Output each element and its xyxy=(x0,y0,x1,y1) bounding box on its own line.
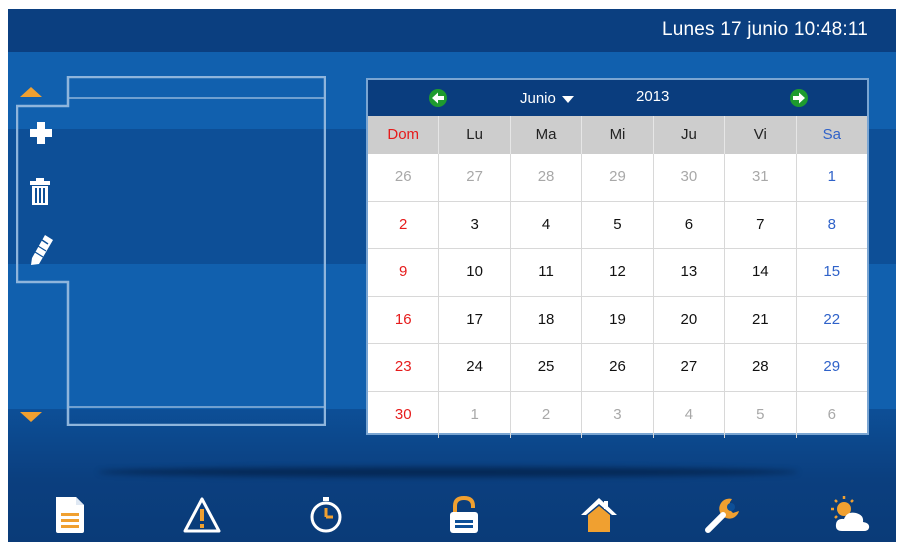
calendar-day-cell[interactable]: 15 xyxy=(797,249,867,296)
calendar-day-cell[interactable]: 21 xyxy=(725,296,797,343)
add-button[interactable] xyxy=(29,121,57,151)
add-icon xyxy=(30,122,52,144)
calendar-day-cell[interactable]: 31 xyxy=(725,154,797,201)
calendar-day-cell[interactable]: 3 xyxy=(582,391,654,438)
month-label: Junio xyxy=(520,90,556,107)
unlock-icon xyxy=(450,495,478,533)
calendar-day-cell[interactable]: 18 xyxy=(511,296,583,343)
trash-icon xyxy=(30,178,50,205)
calendar-day-cell[interactable]: 3 xyxy=(439,201,511,248)
calendar-day-cell[interactable]: 16 xyxy=(368,296,440,343)
calendar-week-row: 30 1 2 3 4 5 6 xyxy=(368,390,867,439)
nav-home-button[interactable] xyxy=(579,495,619,535)
warning-icon xyxy=(183,497,221,533)
calendar-week-row: 26 27 28 29 30 31 1 xyxy=(368,154,867,201)
calendar-widget: Junio 2013 Dom Lu Ma Mi Ju Vi Sa 26 27 28 2… xyxy=(366,78,869,438)
nav-alerts-button[interactable] xyxy=(182,495,222,535)
calendar-header: Junio 2013 xyxy=(368,80,867,116)
notes-panel xyxy=(16,76,326,426)
calendar-day-cell[interactable]: 27 xyxy=(439,154,511,201)
calendar-day-cell[interactable]: 7 xyxy=(725,201,797,248)
arrow-left-icon xyxy=(432,92,444,104)
calendar-day-cell[interactable]: 1 xyxy=(439,391,511,438)
calendar-grid: 26 27 28 29 30 31 1 2 3 4 5 6 7 8 9 10 11 12 13 14 15 16 17 18 1… xyxy=(368,154,867,438)
calendar-day-cell[interactable]: 30 xyxy=(368,391,440,438)
calendar-day-cell[interactable]: 9 xyxy=(368,249,440,296)
calendar-day-cell[interactable]: 29 xyxy=(797,344,867,391)
calendar-day-cell[interactable]: 4 xyxy=(511,201,583,248)
calendar-day-cell[interactable]: 17 xyxy=(439,296,511,343)
calendar-day-cell[interactable]: 14 xyxy=(725,249,797,296)
nav-unlock-button[interactable] xyxy=(444,495,484,535)
chevron-down-icon xyxy=(561,95,574,103)
weekday-header: Dom Lu Ma Mi Ju Vi Sa xyxy=(368,116,867,154)
calendar-day-cell[interactable]: 26 xyxy=(582,344,654,391)
nav-weather-button[interactable] xyxy=(830,495,870,535)
calendar-day-cell[interactable]: 4 xyxy=(654,391,726,438)
weekday-label: Lu xyxy=(439,116,511,154)
calendar-day-cell[interactable]: 28 xyxy=(511,154,583,201)
calendar-day-cell[interactable]: 25 xyxy=(511,344,583,391)
nav-timer-button[interactable] xyxy=(306,495,346,535)
calendar-day-cell[interactable]: 22 xyxy=(797,297,867,344)
home-icon xyxy=(581,498,617,532)
weekday-label: Mi xyxy=(582,116,654,154)
calendar-week-row: 16 17 18 19 20 21 22 xyxy=(368,295,867,344)
calendar-day-cell[interactable]: 27 xyxy=(654,344,726,391)
arrow-right-icon xyxy=(793,92,805,104)
weekday-label: Dom xyxy=(368,116,440,154)
prev-month-button[interactable] xyxy=(429,89,447,107)
calendar-day-cell[interactable]: 13 xyxy=(654,249,726,296)
calendar-day-cell[interactable]: 8 xyxy=(797,202,867,249)
calendar-day-cell[interactable]: 28 xyxy=(725,344,797,391)
weather-icon xyxy=(831,496,870,531)
app-screen: Lunes 17 junio 10:48:11 Junio 2013 Dom L… xyxy=(8,9,896,542)
calendar-week-row: 23 24 25 26 27 28 29 xyxy=(368,343,867,391)
header-bar: Lunes 17 junio 10:48:11 xyxy=(8,9,896,52)
calendar-day-cell[interactable]: 20 xyxy=(654,296,726,343)
calendar-day-cell[interactable]: 19 xyxy=(582,296,654,343)
calendar-day-cell[interactable]: 12 xyxy=(582,249,654,296)
timer-icon xyxy=(310,497,342,533)
calendar-week-row: 9 10 11 12 13 14 15 xyxy=(368,248,867,296)
delete-button[interactable] xyxy=(29,178,57,208)
calendar-day-cell[interactable]: 5 xyxy=(582,201,654,248)
next-month-button[interactable] xyxy=(790,89,808,107)
calendar-day-cell[interactable]: 23 xyxy=(368,344,440,391)
bottom-nav-bar xyxy=(8,487,896,542)
notes-panel-frame xyxy=(16,76,326,426)
triangle-down-icon xyxy=(20,412,42,422)
calendar-day-cell[interactable]: 10 xyxy=(439,249,511,296)
calendar-day-cell[interactable]: 29 xyxy=(582,154,654,201)
weekday-label: Vi xyxy=(725,116,797,154)
weekday-label: Ma xyxy=(511,116,583,154)
weekday-label: Sa xyxy=(822,126,841,143)
divider-shadow xyxy=(98,467,798,477)
triangle-up-icon xyxy=(20,87,42,97)
calendar-day-cell[interactable]: 6 xyxy=(797,392,867,439)
edit-button[interactable] xyxy=(29,234,57,265)
calendar-week-row: 2345678 xyxy=(368,200,867,249)
datetime-label: Lunes 17 junio 10:48:11 xyxy=(661,19,868,40)
pencil-icon xyxy=(31,235,53,265)
scroll-down-button[interactable] xyxy=(16,409,46,425)
calendar-day-cell[interactable]: 24 xyxy=(439,344,511,391)
calendar-day-cell[interactable]: 1 xyxy=(797,154,867,201)
calendar-day-cell[interactable]: 2 xyxy=(368,201,440,248)
calendar-day-cell[interactable]: 6 xyxy=(654,201,726,248)
calendar-day-cell[interactable]: 30 xyxy=(654,154,726,201)
calendar-day-cell[interactable]: 5 xyxy=(725,391,797,438)
document-icon xyxy=(56,497,84,533)
month-selector[interactable]: Junio xyxy=(520,90,574,107)
year-label: 2013 xyxy=(636,88,670,105)
nav-settings-button[interactable] xyxy=(703,495,743,535)
calendar-day-cell[interactable]: 26 xyxy=(368,154,440,201)
scroll-up-button[interactable] xyxy=(16,85,46,101)
wrench-icon xyxy=(705,498,739,533)
calendar-day-cell[interactable]: 11 xyxy=(511,249,583,296)
weekday-label: Ju xyxy=(654,116,726,154)
nav-documents-button[interactable] xyxy=(50,495,90,535)
calendar-day-cell[interactable]: 2 xyxy=(511,391,583,438)
